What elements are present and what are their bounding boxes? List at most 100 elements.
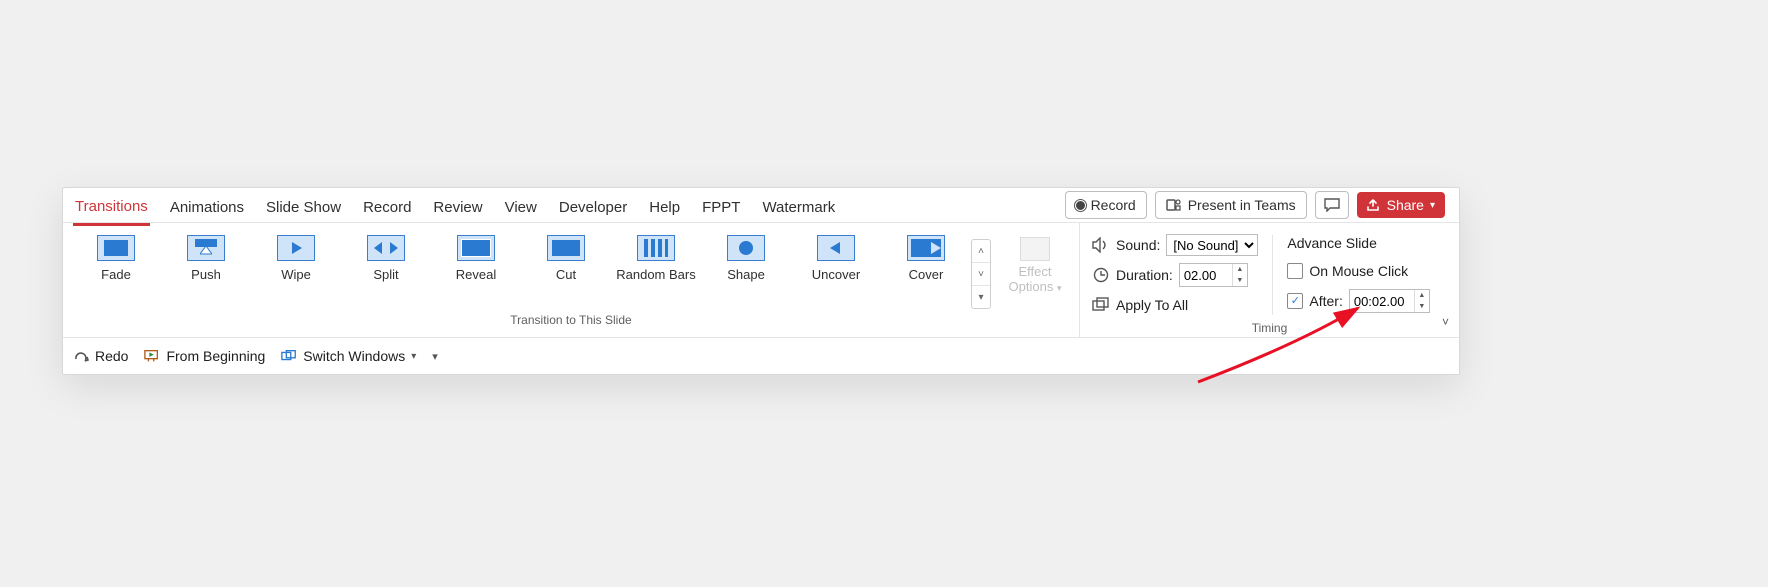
fade-icon — [97, 235, 135, 261]
redo-button[interactable]: Redo — [73, 348, 128, 364]
switch-windows-button[interactable]: Switch Windows ▾ — [281, 348, 416, 364]
tab-fppt[interactable]: FPPT — [700, 186, 742, 224]
collapse-ribbon-button[interactable]: ˅ — [1442, 315, 1449, 329]
gallery-scroll: ˄ ˅ ▾ — [971, 239, 991, 309]
group-label-transition: Transition to This Slide — [67, 309, 1075, 327]
ribbon-body: Fade Push Wipe — [63, 223, 1459, 338]
chevron-down-icon: ▾ — [1430, 200, 1435, 211]
after-checkbox[interactable]: ✓ — [1287, 293, 1303, 309]
transition-cut[interactable]: Cut — [521, 231, 611, 282]
after-spinner[interactable]: ▲▼ — [1349, 289, 1430, 313]
on-mouse-click-row[interactable]: On Mouse Click — [1287, 259, 1429, 283]
group-transition-to-this-slide: Fade Push Wipe — [63, 223, 1080, 337]
shape-icon — [727, 235, 765, 261]
tabs: Transitions Animations Slide Show Record… — [73, 188, 837, 222]
push-icon — [187, 235, 225, 261]
transition-label: Shape — [727, 267, 765, 282]
advance-slide-column: Advance Slide On Mouse Click ✓ After: ▲▼ — [1287, 233, 1429, 317]
gallery-more[interactable]: ▾ — [972, 286, 990, 308]
apply-to-all-button[interactable]: Apply To All — [1092, 293, 1258, 317]
after-row[interactable]: ✓ After: ▲▼ — [1287, 289, 1429, 313]
from-beginning-label: From Beginning — [166, 348, 265, 364]
transition-cover[interactable]: Cover — [881, 231, 971, 282]
gallery-scroll-down[interactable]: ˅ — [972, 263, 990, 286]
apply-all-icon — [1092, 297, 1110, 313]
apply-to-all-label: Apply To All — [1116, 297, 1188, 313]
on-mouse-click-label: On Mouse Click — [1309, 263, 1408, 279]
tab-strip: Transitions Animations Slide Show Record… — [63, 188, 1459, 223]
after-input[interactable] — [1350, 290, 1414, 312]
tab-watermark[interactable]: Watermark — [760, 186, 837, 224]
transition-shape[interactable]: Shape — [701, 231, 791, 282]
comments-button[interactable] — [1315, 191, 1349, 219]
transition-reveal[interactable]: Reveal — [431, 231, 521, 282]
wipe-icon — [277, 235, 315, 261]
duration-label: Duration: — [1116, 267, 1173, 283]
chevron-down-icon: ▾ — [1057, 283, 1062, 293]
gallery-scroll-up[interactable]: ˄ — [972, 240, 990, 263]
tab-review[interactable]: Review — [431, 186, 484, 224]
clock-icon — [1092, 267, 1110, 283]
transition-fade[interactable]: Fade — [71, 231, 161, 282]
spin-up[interactable]: ▲ — [1233, 264, 1247, 275]
duration-row: Duration: ▲▼ — [1092, 263, 1258, 287]
tab-developer[interactable]: Developer — [557, 186, 629, 224]
transition-label: Fade — [101, 267, 131, 282]
group-label-timing: Timing — [1084, 317, 1455, 335]
switch-windows-label: Switch Windows — [303, 348, 405, 364]
transition-split[interactable]: Split — [341, 231, 431, 282]
share-button[interactable]: Share ▾ — [1357, 192, 1445, 218]
after-label: After: — [1309, 293, 1342, 309]
sound-select[interactable]: [No Sound] — [1166, 234, 1258, 256]
transition-wipe[interactable]: Wipe — [251, 231, 341, 282]
tab-record[interactable]: Record — [361, 186, 413, 224]
switch-windows-icon — [281, 349, 297, 363]
from-beginning-button[interactable]: From Beginning — [144, 348, 265, 364]
uncover-icon — [817, 235, 855, 261]
transition-label: Random Bars — [616, 267, 695, 282]
transition-gallery: Fade Push Wipe — [67, 227, 1075, 309]
cover-icon — [907, 235, 945, 261]
transition-label: Cover — [909, 267, 944, 282]
transition-random-bars[interactable]: Random Bars — [611, 231, 701, 282]
random-bars-icon — [637, 235, 675, 261]
redo-icon — [73, 349, 89, 363]
effect-options-button: Effect Options ▾ — [995, 231, 1075, 297]
tab-slide-show[interactable]: Slide Show — [264, 186, 343, 224]
duration-input[interactable] — [1180, 264, 1232, 286]
transition-label: Push — [191, 267, 221, 282]
tab-transitions[interactable]: Transitions — [73, 185, 150, 226]
comment-icon — [1324, 198, 1340, 212]
spin-down[interactable]: ▼ — [1233, 275, 1247, 286]
redo-label: Redo — [95, 348, 128, 364]
present-in-teams-label: Present in Teams — [1188, 197, 1296, 213]
advance-slide-heading: Advance Slide — [1287, 235, 1377, 251]
sound-row: Sound: [No Sound] — [1092, 233, 1258, 257]
duration-spinner[interactable]: ▲▼ — [1179, 263, 1248, 287]
present-from-start-icon — [144, 349, 160, 363]
timing-left-column: Sound: [No Sound] Duration: — [1092, 233, 1258, 317]
spin-up[interactable]: ▲ — [1415, 290, 1429, 301]
spin-down[interactable]: ▼ — [1415, 301, 1429, 312]
group-timing: Sound: [No Sound] Duration: — [1080, 223, 1459, 337]
chevron-down-icon: ▾ — [411, 351, 416, 362]
tab-help[interactable]: Help — [647, 186, 682, 224]
transition-push[interactable]: Push — [161, 231, 251, 282]
on-mouse-click-checkbox[interactable] — [1287, 263, 1303, 279]
quick-access-toolbar: Redo From Beginning Switch Windows ▾ ▾ — [63, 338, 1459, 374]
record-button[interactable]: Record — [1065, 191, 1147, 219]
tab-view[interactable]: View — [503, 186, 539, 224]
split-icon — [367, 235, 405, 261]
effect-options-label: Effect Options — [1009, 264, 1054, 294]
share-label: Share — [1387, 197, 1424, 213]
transition-label: Reveal — [456, 267, 496, 282]
transition-label: Wipe — [281, 267, 311, 282]
tab-animations[interactable]: Animations — [168, 186, 246, 224]
sound-icon — [1092, 237, 1110, 253]
right-actions: Record Present in Teams Share — [1065, 191, 1449, 219]
teams-icon — [1166, 197, 1182, 213]
transition-uncover[interactable]: Uncover — [791, 231, 881, 282]
qat-more-button[interactable]: ▾ — [432, 350, 438, 363]
present-in-teams-button[interactable]: Present in Teams — [1155, 191, 1307, 219]
share-icon — [1367, 198, 1381, 212]
